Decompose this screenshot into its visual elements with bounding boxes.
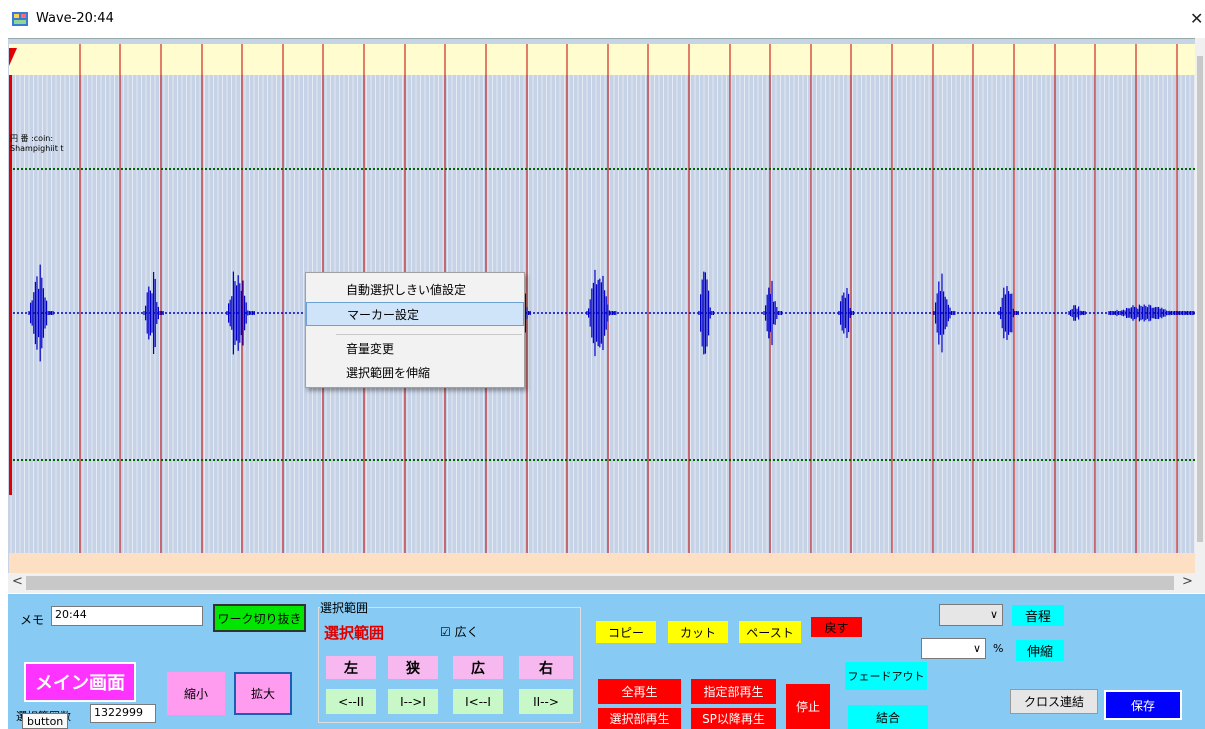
memo-label: メモ	[20, 613, 45, 627]
join-button[interactable]: 結合	[848, 705, 928, 729]
work-cut-button[interactable]: ワーク切り抜き	[213, 604, 306, 632]
horizontal-scroll-thumb[interactable]	[26, 576, 1174, 590]
zoom-out-button[interactable]: 縮小	[167, 672, 225, 715]
menu-item-auto-threshold[interactable]: 自動選択しきい値設定	[306, 278, 524, 302]
chevron-down-icon: ∨	[989, 608, 998, 621]
paste-button[interactable]: ペースト	[739, 621, 801, 643]
nav-forward-button[interactable]: I-->I	[388, 689, 438, 714]
left-button[interactable]: 左	[326, 656, 376, 679]
selection-title: 選択範囲	[324, 624, 385, 642]
right-button[interactable]: 右	[519, 656, 573, 679]
menu-item-stretch-selection[interactable]: 選択範囲を伸縮	[306, 361, 524, 385]
save-button[interactable]: 保存	[1104, 690, 1182, 720]
wide-checkbox[interactable]: ☑ 広く	[440, 623, 479, 640]
waveform-label-1: 円 番 :coin:	[10, 134, 54, 143]
vertical-scroll-thumb[interactable]	[1197, 56, 1203, 542]
nav-next-button[interactable]: II-->	[519, 689, 573, 714]
app-icon	[12, 12, 28, 26]
copy-button[interactable]: コピー	[596, 621, 656, 643]
memo-input[interactable]: 20:44	[51, 606, 203, 626]
play-all-button[interactable]: 全再生	[598, 679, 681, 704]
selection-samples-field[interactable]: 1322999	[90, 704, 156, 723]
menu-separator	[336, 334, 522, 335]
fadeout-button[interactable]: フェードアウト	[845, 662, 927, 690]
stretch-percent-dropdown[interactable]: ∨	[921, 638, 986, 659]
scroll-right-icon[interactable]: >	[1182, 574, 1193, 589]
close-icon[interactable]: ✕	[1190, 9, 1203, 28]
pitch-button[interactable]: 音程	[1012, 605, 1064, 626]
scroll-left-icon[interactable]: <	[12, 574, 23, 589]
context-menu: 自動選択しきい値設定 マーカー設定 音量変更 選択範囲を伸縮	[305, 272, 525, 388]
waveform-label-2: Shampighiit t	[10, 144, 64, 153]
cross-join-button[interactable]: クロス連結	[1010, 689, 1098, 714]
stop-button[interactable]: 停止	[786, 684, 830, 729]
window-title: Wave-20:44	[36, 11, 114, 26]
nav-prev-button[interactable]: I<--I	[453, 689, 503, 714]
play-selection-button[interactable]: 選択部再生	[598, 708, 681, 729]
menu-item-marker-settings[interactable]: マーカー設定	[306, 302, 524, 326]
waveform-canvas[interactable]	[9, 44, 1195, 573]
undo-button[interactable]: 戻す	[811, 617, 862, 637]
stretch-button[interactable]: 伸縮	[1016, 640, 1064, 661]
zoom-in-button[interactable]: 拡大	[234, 672, 292, 715]
cut-button[interactable]: カット	[668, 621, 728, 643]
selection-group-label: 選択範囲	[320, 599, 369, 616]
main-screen-button[interactable]: メイン画面	[24, 662, 136, 702]
play-range-button[interactable]: 指定部再生	[691, 679, 776, 704]
menu-item-volume[interactable]: 音量変更	[306, 337, 524, 361]
chevron-down-icon: ∨	[972, 642, 981, 655]
play-from-sp-button[interactable]: SP以降再生	[691, 708, 776, 729]
pitch-dropdown[interactable]: ∨	[939, 604, 1003, 626]
narrow-button[interactable]: 狭	[388, 656, 438, 679]
button-tooltip: button	[22, 713, 69, 729]
nav-back-button[interactable]: <--II	[326, 689, 376, 714]
percent-label: %	[993, 642, 1004, 655]
title-bar	[0, 0, 1205, 38]
widen-button[interactable]: 広	[453, 656, 503, 679]
